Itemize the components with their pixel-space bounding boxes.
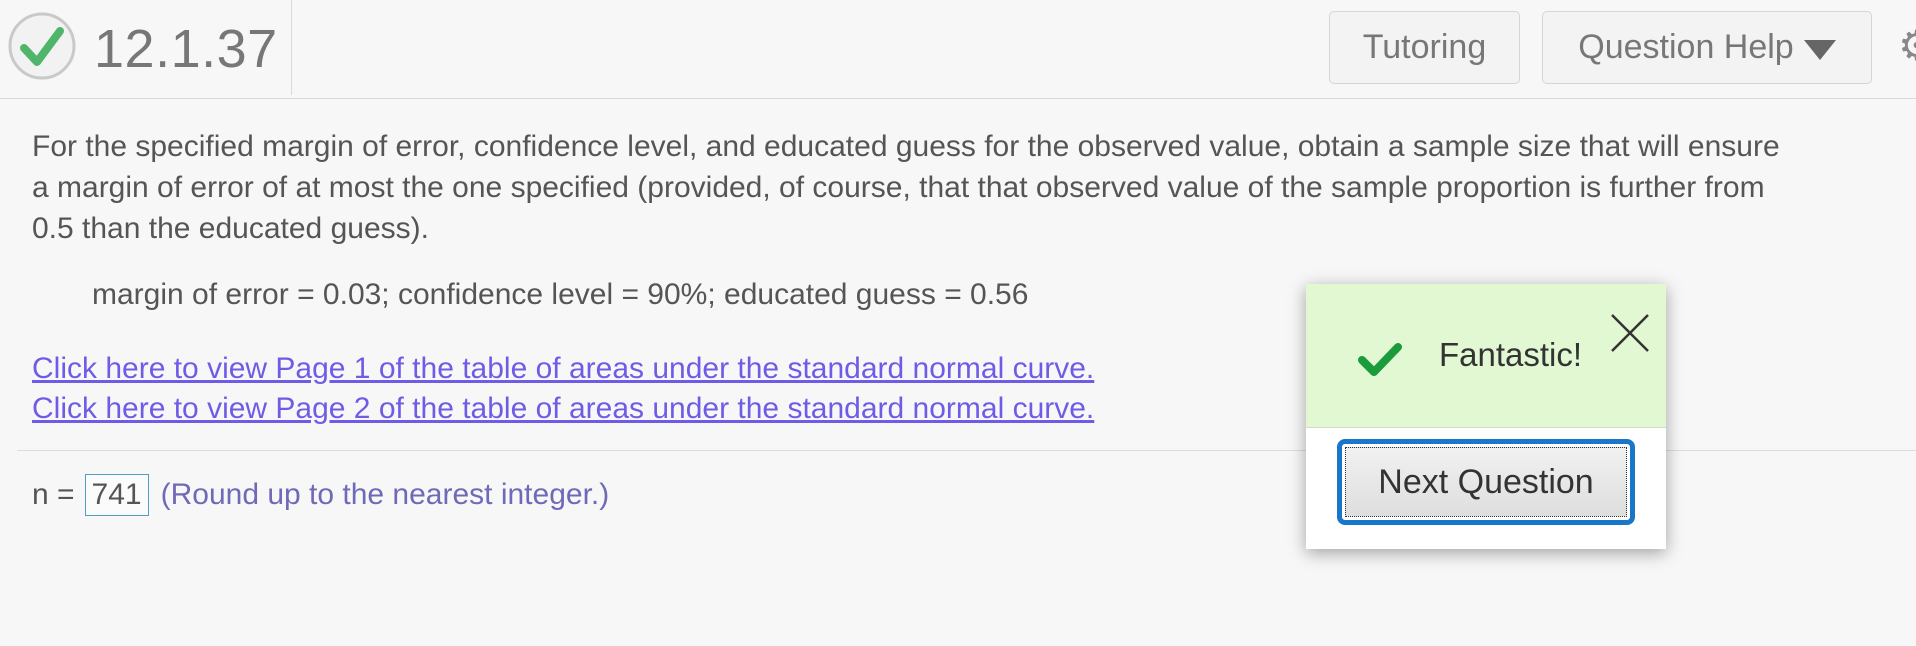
normal-table-page1-link[interactable]: Click here to view Page 1 of the table o… — [32, 352, 1094, 386]
checkmark-icon — [1358, 343, 1402, 376]
problem-line: For the specified margin of error, confi… — [32, 130, 1780, 163]
problem-line: 0.5 than the educated guess). — [32, 212, 429, 245]
header-divider — [291, 0, 292, 95]
answer-input[interactable]: 741 — [84, 474, 149, 516]
next-question-label: Next Question — [1378, 462, 1594, 501]
given-values: margin of error = 0.03; confidence level… — [92, 278, 1029, 311]
correct-check-circle-icon — [8, 12, 76, 80]
answer-label: n = — [32, 478, 75, 511]
feedback-banner: Fantastic! — [1306, 284, 1666, 428]
tutoring-label: Tutoring — [1362, 28, 1487, 66]
problem-statement: For the specified margin of error, confi… — [32, 126, 1916, 249]
gear-icon[interactable]: ⚙ — [1898, 25, 1916, 67]
answer-hint: (Round up to the nearest integer.) — [160, 478, 610, 511]
question-number: 12.1.37 — [94, 19, 278, 79]
next-question-button[interactable]: Next Question — [1337, 439, 1635, 525]
problem-line: a margin of error of at most the one spe… — [32, 171, 1765, 204]
feedback-popup: Fantastic! Next Question — [1306, 284, 1666, 549]
question-help-button[interactable]: Question Help — [1542, 11, 1872, 84]
answer-row: n = 741 (Round up to the nearest integer… — [32, 470, 609, 520]
feedback-message: Fantastic! — [1439, 336, 1583, 373]
question-header: 12.1.37 Tutoring Question Help ⚙ — [0, 0, 1916, 99]
normal-table-page2-link[interactable]: Click here to view Page 2 of the table o… — [32, 392, 1094, 426]
caret-down-icon — [1803, 39, 1836, 60]
close-icon[interactable] — [1610, 313, 1650, 353]
tutoring-button[interactable]: Tutoring — [1329, 11, 1520, 84]
question-help-label: Question Help — [1578, 28, 1794, 66]
